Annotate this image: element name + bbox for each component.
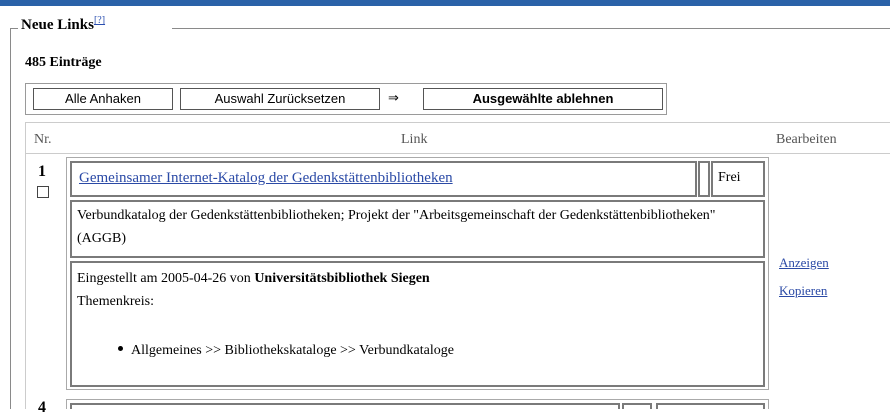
help-link[interactable]: [?]	[94, 15, 105, 26]
reject-selected-button[interactable]: Ausgewählte ablehnen	[423, 88, 663, 110]
show-link[interactable]: Anzeigen	[779, 255, 829, 271]
header-bottom-rule	[25, 153, 890, 154]
reset-selection-button[interactable]: Auswahl Zurücksetzen	[180, 88, 380, 110]
theme-list-item: Allgemeines >> Bibliothekskataloge >> Ve…	[118, 343, 454, 359]
entry-description: Verbundkatalog der Gedenkstättenbiblioth…	[77, 208, 716, 246]
toolbar: Alle Anhaken Auswahl Zurücksetzen ⇒ Ausg…	[25, 83, 880, 116]
header-nr: Nr.	[34, 132, 52, 147]
entry-flag-box	[698, 161, 710, 197]
fieldset-border-left	[10, 28, 11, 409]
section-title: Neue Links	[21, 17, 94, 33]
themes-label: Themenkreis:	[77, 294, 154, 309]
entry-submitted-line: Eingestellt am 2005-04-26 von Universitä…	[77, 271, 430, 287]
header-link: Link	[401, 132, 428, 147]
entry-number: 1	[38, 163, 46, 180]
header-edit: Bearbeiten	[776, 132, 837, 147]
check-all-button[interactable]: Alle Anhaken	[33, 88, 173, 110]
entry-checkbox[interactable]	[37, 186, 49, 198]
submitted-prefix: Eingestellt am 2005-04-26 von	[77, 271, 251, 286]
fieldset-border-top-right	[172, 28, 890, 29]
theme-path: Allgemeines >> Bibliothekskataloge >> Ve…	[131, 343, 454, 358]
next-entry-flag-box	[622, 403, 652, 409]
next-entry-number: 4	[38, 399, 46, 416]
submitted-by: Universitätsbibliothek Siegen	[254, 271, 430, 286]
next-entry-status-box	[656, 403, 765, 409]
table-top-rule	[25, 122, 890, 123]
next-entry-title-box	[70, 403, 620, 409]
table-left-rule	[25, 122, 26, 409]
fieldset-border-top-left	[10, 28, 18, 29]
window-top-edge	[0, 0, 890, 6]
entry-count: 485 Einträge	[25, 55, 102, 70]
bullet-icon	[118, 346, 123, 351]
copy-link[interactable]: Kopieren	[779, 283, 827, 299]
section-legend: Neue Links[?]	[18, 15, 109, 34]
arrow-icon: ⇒	[388, 91, 399, 106]
entry-status: Frei	[718, 170, 741, 185]
entry-title-link[interactable]: Gemeinsamer Internet-Katalog der Gedenks…	[79, 170, 453, 187]
